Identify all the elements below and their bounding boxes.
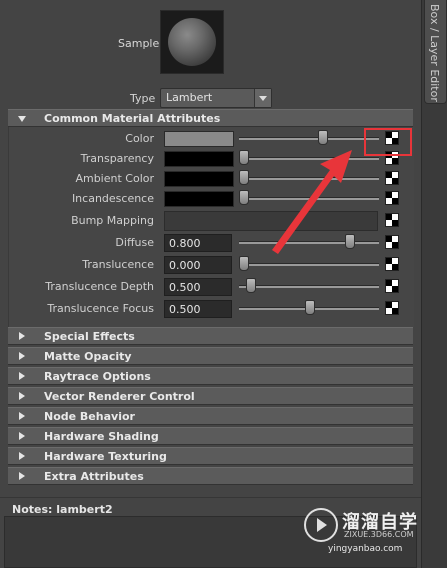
arrow-shape xyxy=(272,150,352,254)
annotation-arrow xyxy=(272,150,352,254)
